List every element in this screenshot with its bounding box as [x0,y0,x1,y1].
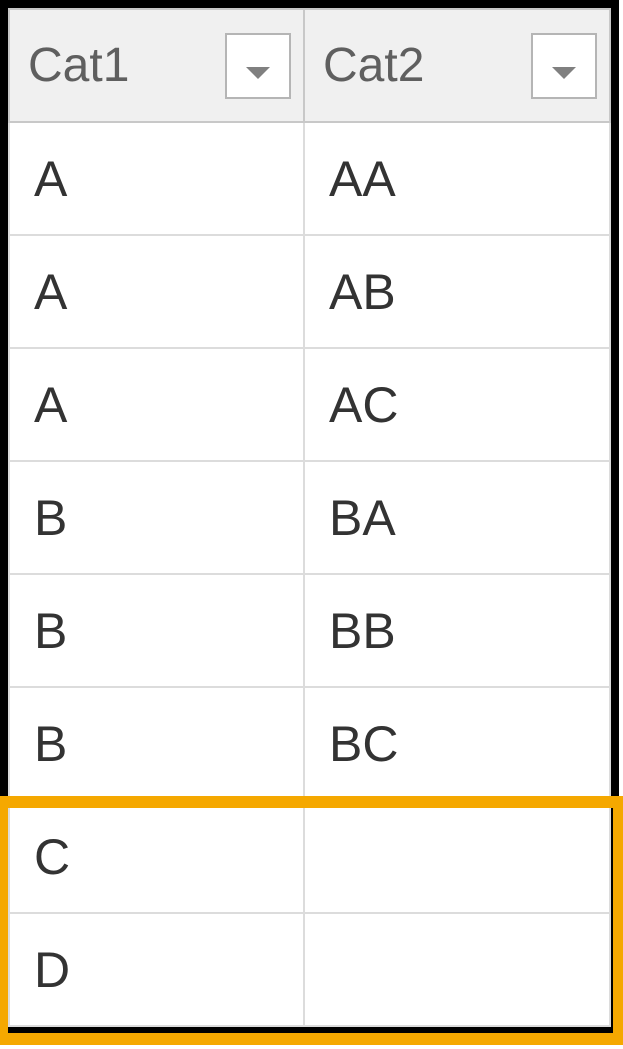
cell-cat2[interactable]: AA [304,122,610,235]
table-body: A AA A AB A AC B BA B BB B BC [9,122,610,1026]
cell-cat1[interactable]: A [9,122,304,235]
column-header-label: Cat1 [28,39,129,92]
table-row[interactable]: B BC [9,687,610,800]
cell-cat2[interactable]: AC [304,348,610,461]
table-row[interactable]: A AB [9,235,610,348]
column-header-cat1[interactable]: Cat1 [9,9,304,122]
table-row[interactable]: C [9,800,610,913]
cell-cat2[interactable]: AB [304,235,610,348]
table-frame: Cat1 Cat2 [0,0,619,1035]
cell-cat1[interactable]: D [9,913,304,1026]
cell-cat1[interactable]: B [9,461,304,574]
header-row: Cat1 Cat2 [9,9,610,122]
cell-cat1[interactable]: B [9,687,304,800]
filter-dropdown-cat1[interactable] [225,33,291,99]
column-header-cat2[interactable]: Cat2 [304,9,610,122]
table-row[interactable]: D [9,913,610,1026]
cell-cat2[interactable]: BC [304,687,610,800]
cell-cat2[interactable]: BA [304,461,610,574]
chevron-down-icon [244,38,272,93]
cell-cat1[interactable]: B [9,574,304,687]
cell-cat2[interactable]: BB [304,574,610,687]
table-row[interactable]: B BB [9,574,610,687]
cell-cat1[interactable]: A [9,348,304,461]
cell-cat2[interactable] [304,913,610,1026]
table-row[interactable]: B BA [9,461,610,574]
column-header-label: Cat2 [323,39,424,92]
chevron-down-icon [550,38,578,93]
cell-cat2[interactable] [304,800,610,913]
table-row[interactable]: A AC [9,348,610,461]
table-row[interactable]: A AA [9,122,610,235]
cell-cat1[interactable]: A [9,235,304,348]
cell-cat1[interactable]: C [9,800,304,913]
filter-dropdown-cat2[interactable] [531,33,597,99]
data-table: Cat1 Cat2 [8,8,611,1027]
